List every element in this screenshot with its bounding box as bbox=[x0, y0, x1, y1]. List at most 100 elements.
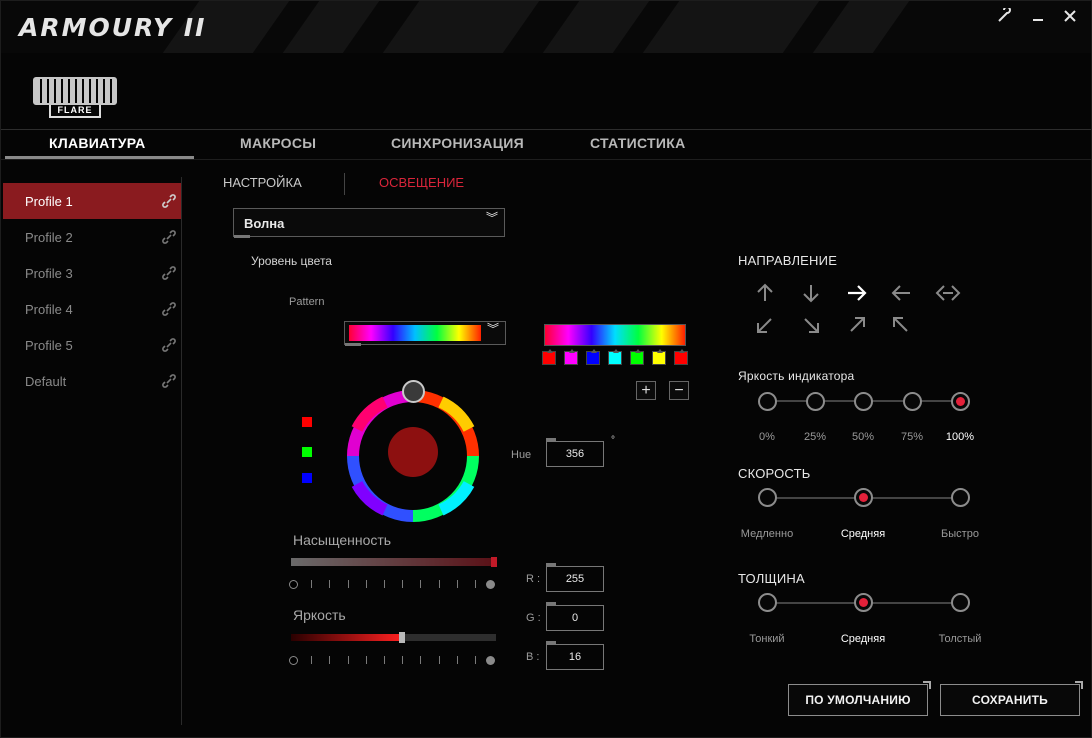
stepper-node[interactable] bbox=[854, 392, 873, 411]
tab-statistics[interactable]: СТАТИСТИКА bbox=[590, 135, 686, 151]
reset-default-button[interactable]: ПО УМОЛЧАНИЮ bbox=[788, 681, 931, 716]
blue-channel-indicator bbox=[302, 473, 312, 483]
scale-tick bbox=[347, 656, 349, 664]
link-icon[interactable] bbox=[161, 301, 177, 317]
g-label: G : bbox=[526, 612, 541, 624]
scale-tick bbox=[384, 580, 385, 588]
profile-label: Profile 5 bbox=[25, 337, 73, 353]
stepper-node[interactable] bbox=[854, 488, 873, 507]
pattern-gradient bbox=[349, 325, 481, 341]
stepper-node[interactable] bbox=[758, 488, 777, 507]
link-icon[interactable] bbox=[161, 193, 177, 209]
stepper-label: Средняя bbox=[840, 633, 886, 645]
arrow-up-icon[interactable] bbox=[752, 280, 778, 306]
indicator-brightness-title: Яркость индикатора bbox=[738, 369, 855, 383]
effect-dropdown[interactable]: Волна ︾ bbox=[233, 208, 505, 238]
saturation-slider[interactable] bbox=[291, 557, 497, 567]
color-wheel[interactable] bbox=[341, 377, 487, 523]
g-input[interactable]: 0 bbox=[546, 602, 604, 631]
stepper-label: Медленно bbox=[740, 528, 794, 540]
stepper-node[interactable] bbox=[951, 593, 970, 612]
profile-item-4[interactable]: Profile 4 bbox=[3, 291, 181, 327]
arrow-up-left-icon[interactable] bbox=[888, 312, 914, 338]
minimize-icon[interactable] bbox=[1025, 5, 1051, 27]
stepper-node[interactable] bbox=[903, 392, 922, 411]
double-chevron-down-icon: ︾ bbox=[485, 211, 498, 225]
scale-tick bbox=[365, 580, 367, 588]
brightness-scale bbox=[289, 655, 495, 667]
divider bbox=[1, 159, 1091, 160]
stepper-label: Быстро bbox=[941, 528, 979, 540]
arrow-down-left-icon[interactable] bbox=[752, 312, 778, 338]
arrow-down-right-icon[interactable] bbox=[798, 312, 824, 338]
link-icon[interactable] bbox=[161, 373, 177, 389]
r-label: R : bbox=[526, 573, 541, 585]
scale-tick bbox=[365, 656, 367, 664]
tab-keyboard[interactable]: КЛАВИАТУРА bbox=[49, 135, 146, 151]
remove-stop-button[interactable]: − bbox=[669, 381, 689, 400]
brightness-knob[interactable] bbox=[398, 632, 405, 643]
arrow-left-icon[interactable] bbox=[888, 280, 914, 306]
scale-tick bbox=[438, 580, 440, 588]
saturation-label: Насыщенность bbox=[293, 532, 392, 548]
hue-handle[interactable] bbox=[402, 380, 425, 403]
profile-item-1[interactable]: Profile 1 bbox=[3, 183, 181, 219]
scale-min-marker bbox=[289, 580, 298, 589]
stepper-node[interactable] bbox=[806, 392, 825, 411]
gradient-preview bbox=[544, 324, 686, 346]
profile-item-2[interactable]: Profile 2 bbox=[3, 219, 181, 255]
saturation-scale bbox=[289, 579, 495, 591]
stepper-node[interactable] bbox=[854, 593, 873, 612]
green-channel-indicator bbox=[302, 447, 312, 457]
b-label: B : bbox=[526, 651, 540, 663]
profile-item-default[interactable]: Default bbox=[3, 363, 181, 399]
profile-label: Default bbox=[25, 373, 67, 389]
link-icon[interactable] bbox=[161, 265, 177, 281]
hue-input[interactable]: 356 bbox=[546, 438, 604, 467]
color-level-label: Уровень цвета bbox=[251, 254, 332, 268]
link-icon[interactable] bbox=[161, 337, 177, 353]
arrow-right-icon[interactable] bbox=[844, 280, 870, 306]
gradient-stop[interactable] bbox=[608, 349, 622, 365]
stepper-node[interactable] bbox=[951, 488, 970, 507]
brightness-slider[interactable] bbox=[291, 632, 496, 643]
gradient-stop[interactable] bbox=[542, 349, 556, 365]
stepper-node[interactable] bbox=[951, 392, 970, 411]
tab-macros[interactable]: МАКРОСЫ bbox=[240, 135, 316, 151]
arrow-down-icon[interactable] bbox=[798, 280, 824, 306]
close-icon[interactable] bbox=[1057, 5, 1083, 27]
scale-tick bbox=[402, 656, 404, 664]
degree-symbol: ° bbox=[611, 435, 615, 446]
stepper-node[interactable] bbox=[758, 593, 777, 612]
saturation-knob[interactable] bbox=[491, 557, 497, 567]
subtab-lighting[interactable]: ОСВЕЩЕНИЕ bbox=[379, 175, 464, 190]
tab-sync[interactable]: СИНХРОНИЗАЦИЯ bbox=[391, 135, 524, 151]
gradient-stop[interactable] bbox=[674, 349, 688, 365]
save-button[interactable]: СОХРАНИТЬ bbox=[940, 681, 1083, 716]
scale-max-marker bbox=[486, 656, 495, 665]
profile-item-5[interactable]: Profile 5 bbox=[3, 327, 181, 363]
scale-tick bbox=[420, 656, 422, 664]
wrench-icon[interactable] bbox=[991, 5, 1017, 27]
speed-title: СКОРОСТЬ bbox=[738, 466, 811, 481]
pattern-dropdown[interactable]: ︾ bbox=[344, 321, 506, 346]
gradient-stop[interactable] bbox=[630, 349, 644, 365]
gradient-stop[interactable] bbox=[652, 349, 666, 365]
scale-tick bbox=[456, 656, 458, 664]
keyboard-icon bbox=[33, 77, 117, 105]
b-input[interactable]: 16 bbox=[546, 641, 604, 670]
profile-item-3[interactable]: Profile 3 bbox=[3, 255, 181, 291]
scale-tick bbox=[311, 656, 313, 664]
gradient-stop[interactable] bbox=[564, 349, 578, 365]
gradient-stop[interactable] bbox=[586, 349, 600, 365]
arrow-up-right-icon[interactable] bbox=[844, 312, 870, 338]
r-input[interactable]: 255 bbox=[546, 563, 604, 592]
arrow-left-right-icon[interactable] bbox=[935, 280, 961, 306]
link-icon[interactable] bbox=[161, 229, 177, 245]
profile-label: Profile 3 bbox=[25, 265, 73, 281]
divider bbox=[1, 129, 1091, 130]
subtab-settings[interactable]: НАСТРОЙКА bbox=[223, 175, 302, 190]
add-stop-button[interactable]: + bbox=[636, 381, 656, 400]
scale-max-marker bbox=[486, 580, 495, 589]
stepper-node[interactable] bbox=[758, 392, 777, 411]
